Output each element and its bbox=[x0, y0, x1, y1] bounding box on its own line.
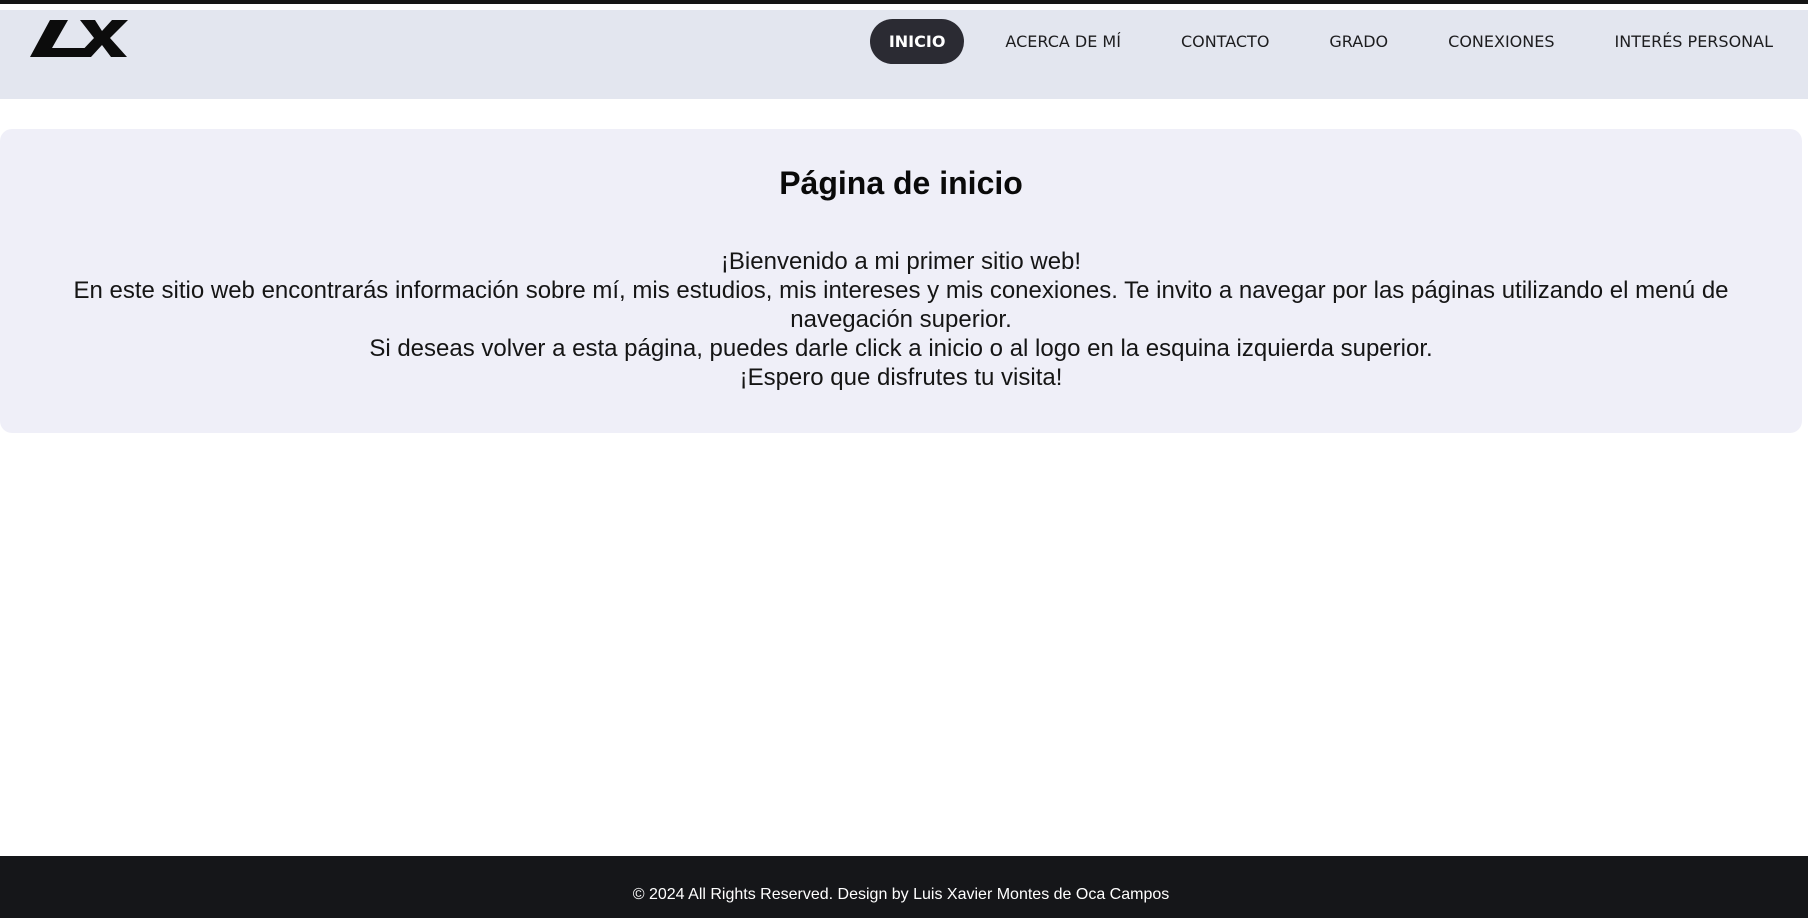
footer: © 2024 All Rights Reserved. Design by Lu… bbox=[0, 856, 1808, 918]
main-content-card: Página de inicio ¡Bienvenido a mi primer… bbox=[0, 129, 1802, 433]
nav-item-inicio[interactable]: INICIO bbox=[869, 19, 965, 64]
nav-item-contacto[interactable]: CONTACTO bbox=[1162, 19, 1288, 64]
navbar: INICIO ACERCA DE MÍ CONTACTO GRADO CONEX… bbox=[0, 10, 1808, 99]
nav-item-interes-personal[interactable]: INTERÉS PERSONAL bbox=[1596, 19, 1808, 64]
closing-line: ¡Espero que disfrutes tu visita! bbox=[739, 364, 1063, 391]
welcome-line: ¡Bienvenido a mi primer sitio web! bbox=[720, 248, 1082, 275]
footer-copyright: © 2024 All Rights Reserved. Design by Lu… bbox=[632, 886, 1170, 903]
intro-text: ¡Bienvenido a mi primer sitio web! En es… bbox=[70, 247, 1732, 392]
nav-item-grado[interactable]: GRADO bbox=[1310, 19, 1407, 64]
description-line: En este sitio web encontrarás informació… bbox=[73, 277, 1729, 333]
main-nav: INICIO ACERCA DE MÍ CONTACTO GRADO CONEX… bbox=[869, 19, 1808, 64]
nav-item-acerca-de-mi[interactable]: ACERCA DE MÍ bbox=[986, 19, 1140, 64]
return-hint-line: Si deseas volver a esta página, puedes d… bbox=[369, 335, 1433, 362]
page-title: Página de inicio bbox=[779, 165, 1023, 201]
nav-item-conexiones[interactable]: CONEXIONES bbox=[1429, 19, 1573, 64]
top-border bbox=[0, 0, 1808, 10]
lx-logo-icon[interactable] bbox=[30, 20, 128, 68]
